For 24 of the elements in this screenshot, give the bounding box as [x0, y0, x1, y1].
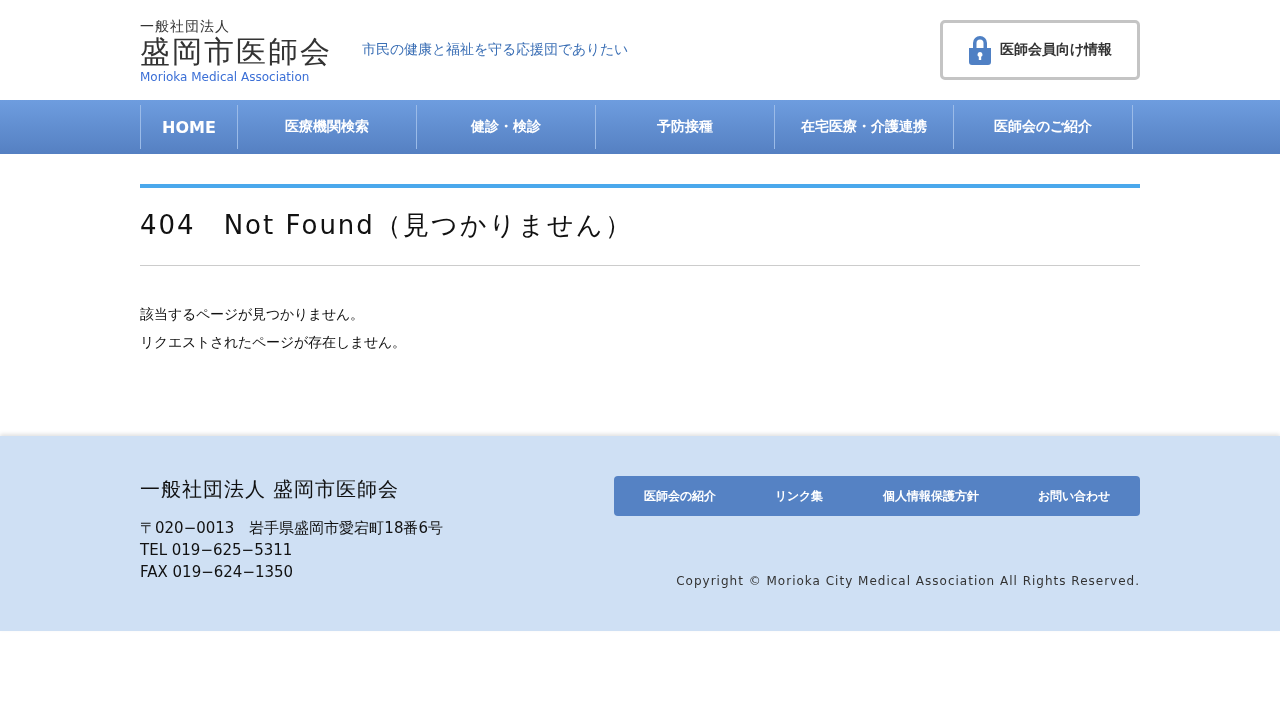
address-line: TEL 019−625−5311 — [140, 540, 294, 561]
page-heading: 404 Not Found（見つかりません） — [140, 184, 1140, 266]
member-info-button[interactable]: 医師会員向け情報 — [940, 20, 1140, 80]
nav-item[interactable]: HOME — [140, 105, 237, 149]
footer-link[interactable]: 医師会の紹介 — [643, 487, 716, 505]
logo-title[interactable]: 盛岡市医師会 — [140, 34, 332, 70]
copyright: Copyright © Morioka City Medical Association All Rights Reserved. — [676, 574, 1140, 588]
nav-item[interactable]: 在宅医療・介護連携 — [774, 105, 953, 149]
footer-org-name: 一般社団法人 盛岡市医師会 — [140, 476, 401, 503]
nav-item[interactable]: 医療機関検索 — [237, 105, 416, 149]
address-line: FAX 019−624−1350 — [140, 562, 295, 583]
lock-icon — [968, 35, 992, 65]
nav-item[interactable]: 予防接種 — [595, 105, 774, 149]
footer-link[interactable]: お問い合わせ — [1038, 487, 1111, 505]
tagline: 市民の健康と福祉を守る応援団でありたい — [362, 41, 628, 59]
footer-link[interactable]: リンク集 — [775, 487, 824, 505]
nav-item[interactable]: 医師会のご紹介 — [953, 105, 1133, 149]
logo-subtitle: 一般社団法人 — [140, 18, 231, 34]
logo-english: Morioka Medical Association — [140, 70, 311, 84]
nav-item[interactable]: 健診・検診 — [416, 105, 595, 149]
address-line: 〒020−0013 岩手県盛岡市愛宕町18番6号 — [140, 518, 443, 539]
message-text: 該当するページが見つかりません。 — [140, 305, 365, 324]
footer-link[interactable]: 個人情報保護方針 — [882, 487, 979, 505]
message-text: リクエストされたページが存在しません。 — [140, 333, 407, 352]
